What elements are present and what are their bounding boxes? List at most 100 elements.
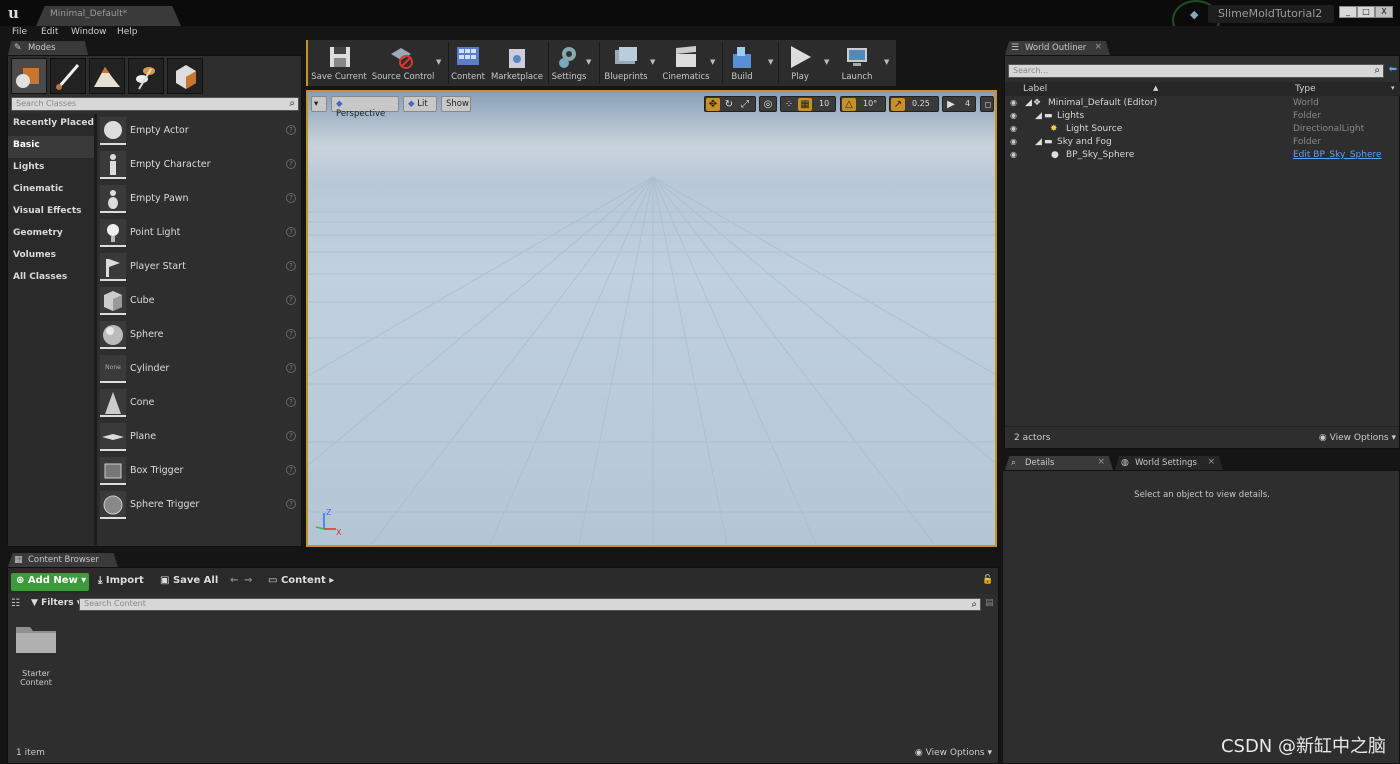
close-button[interactable]: X — [1375, 6, 1393, 18]
class-cylinder[interactable]: None Cylinder ? — [98, 354, 302, 386]
filters-button[interactable]: ▼ Filters ▾ — [31, 598, 81, 608]
class-plane[interactable]: Plane ? — [98, 422, 302, 454]
search-icon[interactable]: ⌕ — [289, 98, 295, 109]
dropdown-arrow-icon[interactable]: ▼ — [768, 58, 773, 66]
category-lights[interactable]: Lights — [8, 158, 94, 180]
settings-button[interactable]: Settings ▼ — [550, 40, 591, 86]
foliage-mode-button[interactable] — [128, 58, 164, 94]
outliner-view-options-button[interactable]: ◉ View Options ▾ — [1319, 433, 1396, 443]
place-mode-button[interactable] — [11, 58, 47, 94]
folder-label[interactable]: Starter Content — [14, 669, 58, 687]
column-options-icon[interactable]: ▾ — [1391, 84, 1395, 92]
help-icon[interactable]: ? — [286, 125, 296, 135]
maximize-button[interactable]: □ — [1357, 6, 1375, 18]
help-icon[interactable]: ? — [286, 227, 296, 237]
blueprints-button[interactable]: Blueprints ▼ — [602, 40, 655, 86]
content-browser-tab[interactable]: ▦ Content Browser — [8, 553, 118, 567]
category-cinematic[interactable]: Cinematic — [8, 180, 94, 202]
outliner-search-input[interactable]: Search... ⌕ — [1008, 64, 1384, 78]
col-label[interactable]: Label — [1023, 84, 1047, 94]
outliner-row[interactable]: ◉ ◢ ▬ Lights Folder — [1005, 110, 1400, 123]
close-icon[interactable]: × — [1097, 457, 1105, 467]
show-button[interactable]: Show — [441, 96, 471, 112]
search-classes-input[interactable]: Search Classes ⌕ — [11, 97, 299, 111]
class-cone[interactable]: Cone ? — [98, 388, 302, 420]
document-tab[interactable]: Minimal_Default* — [36, 6, 181, 26]
add-new-button[interactable]: ⊕ Add New ▾ — [11, 573, 89, 591]
save-all-button[interactable]: ▣ Save All — [160, 575, 218, 586]
build-button[interactable]: Build ▼ — [724, 40, 773, 86]
paint-mode-button[interactable] — [50, 58, 86, 94]
class-player-start[interactable]: Player Start ? — [98, 252, 302, 284]
dropdown-arrow-icon[interactable]: ▼ — [824, 58, 829, 66]
camera-speed-group[interactable]: ▶ 4 — [942, 96, 976, 112]
help-icon[interactable]: ? — [286, 397, 296, 407]
sources-toggle-icon[interactable]: ☷ — [11, 598, 20, 609]
grid-snap-icon[interactable]: ▦ — [798, 98, 812, 111]
menu-help[interactable]: Help — [117, 27, 138, 37]
dropdown-arrow-icon[interactable]: ▼ — [436, 58, 441, 66]
category-basic[interactable]: Basic — [8, 136, 94, 158]
help-icon[interactable]: ? — [286, 363, 296, 373]
visibility-eye-icon[interactable]: ◉ — [1010, 137, 1020, 146]
perspective-button[interactable]: ◆ Perspective — [331, 96, 399, 119]
source-control-button[interactable]: Source Control ▼ — [370, 40, 441, 86]
rotation-snap-value[interactable]: 10° — [863, 99, 877, 108]
class-point-light[interactable]: Point Light ? — [98, 218, 302, 250]
surface-snap-icon[interactable]: ⁘ — [782, 98, 796, 111]
dropdown-arrow-icon[interactable]: ▼ — [586, 58, 591, 66]
expand-arrow-icon[interactable]: ◢ — [1035, 111, 1042, 121]
lock-icon[interactable]: 🔓 — [982, 575, 993, 585]
category-volumes[interactable]: Volumes — [8, 246, 94, 268]
search-icon[interactable]: ⌕ — [971, 599, 977, 610]
forward-arrow-icon[interactable]: → — [244, 575, 252, 586]
back-arrow-icon[interactable]: ← — [230, 575, 238, 586]
visibility-eye-icon[interactable]: ◉ — [1010, 111, 1020, 120]
help-icon[interactable]: ? — [286, 329, 296, 339]
menu-edit[interactable]: Edit — [41, 27, 58, 37]
world-outliner-tab[interactable]: ☰ World Outliner × — [1005, 41, 1110, 55]
minimize-button[interactable]: _ — [1339, 6, 1357, 18]
sort-up-icon[interactable]: ▲ — [1153, 84, 1158, 92]
dropdown-arrow-icon[interactable]: ▼ — [884, 58, 889, 66]
import-button[interactable]: ⤓ Import — [98, 575, 144, 586]
expand-arrow-icon[interactable]: ◢ — [1035, 137, 1042, 147]
world-settings-tab[interactable]: ◍ World Settings × — [1115, 456, 1223, 470]
search-icon[interactable]: ⌕ — [1374, 65, 1380, 76]
class-cube[interactable]: Cube ? — [98, 286, 302, 318]
path-breadcrumb[interactable]: ▭ Content ▸ — [268, 575, 334, 586]
outliner-row[interactable]: ◉ ✸ Light Source DirectionalLight — [1005, 123, 1400, 136]
details-tab[interactable]: ⌕ Details × — [1005, 456, 1113, 470]
outliner-row[interactable]: ◉ ● BP_Sky_Sphere Edit BP_Sky_Sphere — [1005, 149, 1400, 162]
translate-icon[interactable]: ✥ — [706, 98, 720, 111]
cb-view-options-button[interactable]: ◉ View Options ▾ — [915, 748, 992, 758]
content-button[interactable]: Content — [450, 40, 486, 86]
help-icon[interactable]: ? — [286, 261, 296, 271]
dropdown-arrow-icon[interactable]: ▼ — [650, 58, 655, 66]
class-empty-actor[interactable]: Empty Actor ? — [98, 116, 302, 148]
rotation-snap-icon[interactable]: △ — [842, 98, 856, 111]
play-button[interactable]: Play ▼ — [782, 40, 829, 86]
help-icon[interactable]: ? — [286, 465, 296, 475]
level-viewport[interactable]: ▾ ◆ Perspective ◆ Lit Show ✥ ↻ ⤢ ◎ ⁘ ▦ 1… — [306, 90, 997, 547]
folder-icon[interactable] — [14, 623, 58, 655]
close-icon[interactable]: × — [1094, 42, 1102, 52]
add-filter-icon[interactable]: ⬅ — [1389, 64, 1397, 75]
maximize-viewport-button[interactable]: ◻ — [980, 96, 994, 112]
scale-snap-value[interactable]: 0.25 — [912, 99, 930, 108]
save-search-icon[interactable]: ▤ — [985, 598, 994, 608]
help-icon[interactable]: ? — [286, 159, 296, 169]
class-empty-character[interactable]: Empty Character ? — [98, 150, 302, 182]
scale-icon[interactable]: ⤢ — [738, 98, 752, 111]
help-icon[interactable]: ? — [286, 193, 296, 203]
help-icon[interactable]: ? — [286, 431, 296, 441]
visibility-eye-icon[interactable]: ◉ — [1010, 150, 1020, 159]
geometry-mode-button[interactable] — [167, 58, 203, 94]
outliner-row[interactable]: ◉ ◢ ▬ Sky and Fog Folder — [1005, 136, 1400, 149]
expand-arrow-icon[interactable]: ◢ — [1025, 98, 1032, 108]
class-box-trigger[interactable]: Box Trigger ? — [98, 456, 302, 488]
scale-snap-icon[interactable]: ↗ — [891, 98, 905, 111]
category-all-classes[interactable]: All Classes — [8, 268, 94, 290]
close-icon[interactable]: × — [1207, 457, 1215, 467]
modes-tab[interactable]: ✎ Modes — [8, 41, 88, 55]
